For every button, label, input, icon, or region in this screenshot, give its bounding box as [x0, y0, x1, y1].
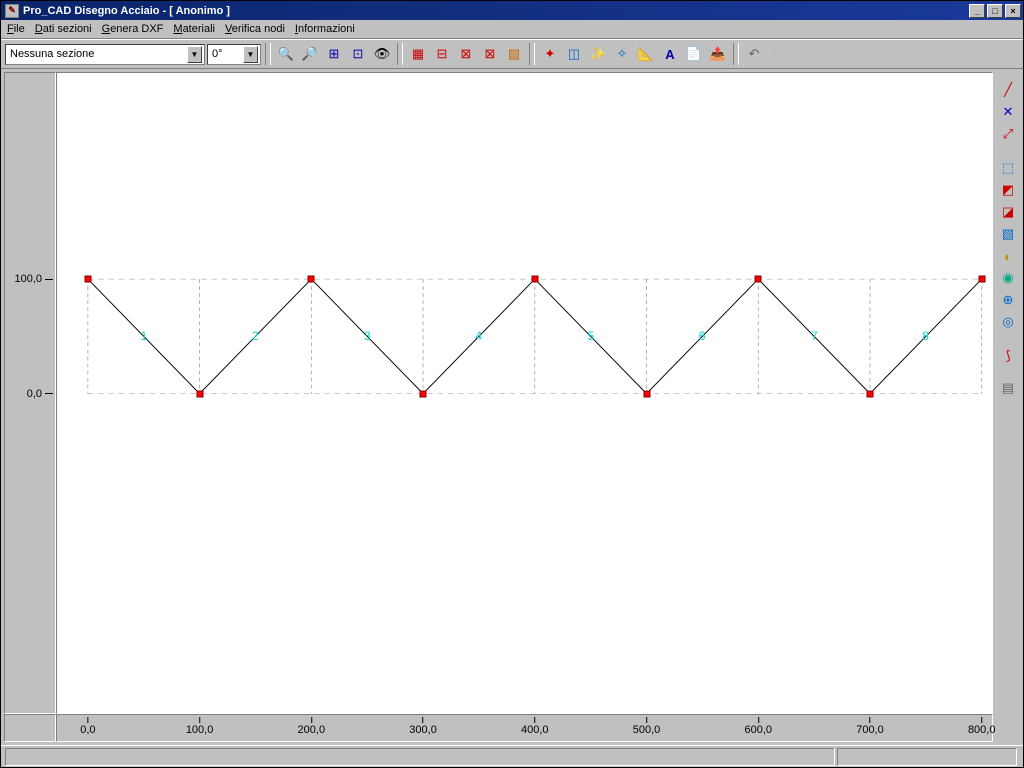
toolbar-divider	[397, 43, 403, 65]
magic-wand-icon[interactable]: ✨	[587, 43, 609, 65]
x-tick-label: 400,0	[521, 717, 549, 736]
structure-node[interactable]	[84, 276, 91, 283]
grid-delete2-icon[interactable]: ⊠	[479, 43, 501, 65]
drawing-canvas[interactable]: 1 2 3 4 5 6 7 8	[56, 72, 993, 714]
shape5-icon[interactable]: ◐	[998, 246, 1018, 266]
axis-corner	[4, 714, 56, 742]
dropdown-arrow-icon[interactable]: ▼	[243, 46, 258, 63]
toolbar: Nessuna sezione ▼ 0° ▼ 🔍 🔎 ⊞ ⊡ 👁 ▦ ⊟ ⊠ ⊠…	[1, 39, 1023, 69]
menu-materiali[interactable]: Materiali	[173, 23, 215, 35]
shape7-icon[interactable]: ⊕	[998, 290, 1018, 310]
shape1-icon[interactable]: ⬚	[998, 158, 1018, 178]
section-dropdown[interactable]: Nessuna sezione ▼	[5, 44, 205, 65]
pan-icon[interactable]: 👁	[371, 43, 393, 65]
titlebar[interactable]: ✎ Pro_CAD Disegno Acciaio - [ Anonimo ] …	[1, 1, 1023, 20]
member-label: 8	[922, 329, 929, 343]
structure-node[interactable]	[866, 390, 873, 397]
x-axis-ruler: 0,0 100,0 200,0 300,0 400,0 500,0 600,0 700,0 80…	[56, 714, 993, 742]
x-tick-label: 600,0	[744, 717, 772, 736]
x-tick-label: 200,0	[298, 717, 326, 736]
x-tick-label: 700,0	[856, 717, 884, 736]
main-area: 100,0 0,0 1 2 3 4 5 6 7 8 0,0 100,0 200,0 300,0 400,…	[1, 69, 1023, 745]
menu-file[interactable]: File	[7, 23, 25, 35]
window-title: Pro_CAD Disegno Acciaio - [ Anonimo ]	[23, 5, 230, 17]
layers-icon[interactable]: ▤	[998, 378, 1018, 398]
x-tick-label: 500,0	[633, 717, 661, 736]
grid-x-icon[interactable]: ⊟	[431, 43, 453, 65]
toolbar-divider	[529, 43, 535, 65]
grid-icon[interactable]: ▦	[407, 43, 429, 65]
export-icon[interactable]: 📤	[707, 43, 729, 65]
delete-tool-icon[interactable]: ✕	[998, 102, 1018, 122]
y-tick-label: 0,0	[27, 388, 53, 400]
zoom-extents-icon[interactable]: ⊡	[347, 43, 369, 65]
zoom-in-icon[interactable]: 🔍	[275, 43, 297, 65]
app-window: ✎ Pro_CAD Disegno Acciaio - [ Anonimo ] …	[0, 0, 1024, 768]
x-tick-label: 800,0	[968, 717, 996, 736]
line-tool-icon[interactable]: ╱	[998, 80, 1018, 100]
ortho-icon[interactable]: ◫	[563, 43, 585, 65]
structure-node[interactable]	[643, 390, 650, 397]
undo-icon[interactable]: ↶	[743, 43, 765, 65]
angle-dropdown-value: 0°	[212, 48, 241, 60]
menu-verifica-nodi[interactable]: Verifica nodi	[225, 23, 285, 35]
structure-node[interactable]	[196, 390, 203, 397]
dimension-icon[interactable]: 📐	[635, 43, 657, 65]
minimize-button[interactable]: _	[969, 4, 985, 18]
menu-genera-dxf[interactable]: Genera DXF	[102, 23, 164, 35]
member-label: 7	[811, 329, 818, 343]
app-icon: ✎	[5, 4, 19, 18]
x-tick-label: 0,0	[80, 717, 95, 736]
member-label: 1	[141, 329, 148, 343]
zoom-window-icon[interactable]: ⊞	[323, 43, 345, 65]
x-tick-label: 100,0	[186, 717, 214, 736]
member-label: 2	[252, 329, 259, 343]
y-tick-label: 100,0	[14, 273, 53, 285]
x-tick-label: 300,0	[409, 717, 437, 736]
toolbar-divider	[733, 43, 739, 65]
member-label: 6	[699, 329, 706, 343]
menubar: File Dati sezioni Genera DXF Materiali V…	[1, 20, 1023, 39]
structure-node[interactable]	[308, 276, 315, 283]
dimension-tool-icon[interactable]: ⤢	[998, 124, 1018, 144]
member-label: 4	[475, 329, 482, 343]
section-dropdown-value: Nessuna sezione	[10, 48, 185, 60]
right-toolbar: ╱ ✕ ⤢ ⬚ ◩ ◪ ▧ ◐ ◉ ⊕ ◎ ⟆ ▤	[996, 72, 1020, 742]
grid-delete-icon[interactable]: ⊠	[455, 43, 477, 65]
zoom-out-icon[interactable]: 🔎	[299, 43, 321, 65]
menu-informazioni[interactable]: Informazioni	[295, 23, 355, 35]
angle-dropdown[interactable]: 0° ▼	[207, 44, 261, 65]
statusbar	[1, 745, 1023, 767]
wand2-icon[interactable]: ✧	[611, 43, 633, 65]
structure-node[interactable]	[978, 276, 985, 283]
text-icon[interactable]: A	[659, 43, 681, 65]
menu-dati-sezioni[interactable]: Dati sezioni	[35, 23, 92, 35]
structure-node[interactable]	[755, 276, 762, 283]
member-label: 5	[588, 329, 595, 343]
canvas-area: 100,0 0,0 1 2 3 4 5 6 7 8 0,0 100,0 200,0 300,0 400,…	[4, 72, 993, 742]
dropdown-arrow-icon[interactable]: ▼	[187, 46, 202, 63]
close-button[interactable]: ×	[1005, 4, 1021, 18]
structure-node[interactable]	[420, 390, 427, 397]
structure-node[interactable]	[531, 276, 538, 283]
shape3-icon[interactable]: ◪	[998, 202, 1018, 222]
status-cell-2	[837, 748, 1017, 766]
y-axis-ruler: 100,0 0,0	[4, 72, 56, 714]
snap-icon[interactable]: ✦	[539, 43, 561, 65]
status-cell	[5, 748, 835, 766]
shape6-icon[interactable]: ◉	[998, 268, 1018, 288]
maximize-button[interactable]: □	[987, 4, 1003, 18]
redo-icon[interactable]: ↷	[767, 43, 789, 65]
toolbar-divider	[265, 43, 271, 65]
arc-tool-icon[interactable]: ⟆	[998, 346, 1018, 366]
grid-pattern-icon[interactable]: ▨	[503, 43, 525, 65]
member-label: 3	[364, 329, 371, 343]
shape4-icon[interactable]: ▧	[998, 224, 1018, 244]
copy-icon[interactable]: 📄	[683, 43, 705, 65]
shape2-icon[interactable]: ◩	[998, 180, 1018, 200]
shape8-icon[interactable]: ◎	[998, 312, 1018, 332]
